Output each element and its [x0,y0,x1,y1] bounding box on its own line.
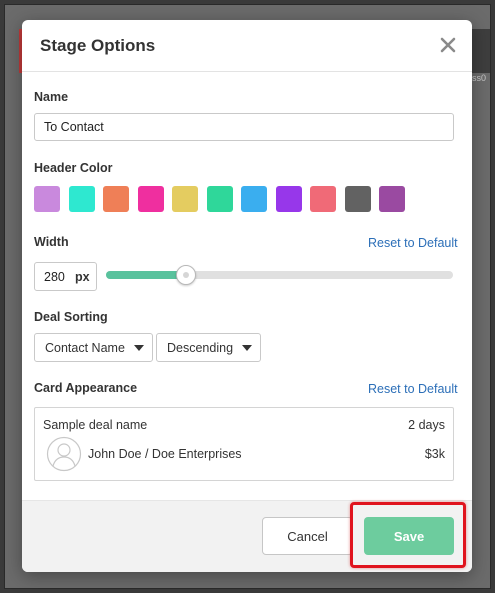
deal-sorting-label: Deal Sorting [34,310,108,324]
chevron-down-icon [242,345,252,351]
sort-order-value: Descending [167,340,234,355]
width-unit: px [75,269,90,284]
background-partial-text: ss0 [472,73,487,83]
sort-order-select[interactable]: Descending [156,333,261,362]
color-swatch-5[interactable] [172,186,198,212]
color-swatch-list [34,186,405,212]
width-value: 280 [44,269,65,284]
sample-deal-name: Sample deal name [43,418,148,432]
sort-field-select[interactable]: Contact Name [34,333,153,362]
cancel-button[interactable]: Cancel [262,517,353,555]
close-button[interactable] [436,33,460,57]
save-button[interactable]: Save [364,517,454,555]
color-swatch-11[interactable] [379,186,405,212]
modal-header: Stage Options [22,20,472,72]
sample-deal-card: Sample deal name 2 days John Doe / Doe E… [34,407,454,481]
width-slider-fill [106,271,186,279]
color-swatch-1[interactable] [34,186,60,212]
width-input[interactable]: 280 px [34,262,97,291]
stage-name-input[interactable] [34,113,454,141]
name-label: Name [34,90,69,104]
sort-field-value: Contact Name [45,340,125,355]
user-avatar-icon [46,436,82,472]
background-stage-header-right [470,29,490,73]
sample-amount: $3k [424,447,445,461]
color-swatch-8[interactable] [275,186,302,212]
width-slider-handle[interactable] [175,265,196,285]
color-swatch-10[interactable] [344,186,371,212]
color-swatch-9[interactable] [310,186,336,212]
color-swatch-6[interactable] [206,186,233,212]
sample-deal-age: 2 days [408,418,445,432]
width-label: Width [34,235,69,249]
sample-contact: John Doe / Doe Enterprises [88,447,242,461]
card-reset-link[interactable]: Reset to Default [368,382,458,396]
width-slider[interactable] [106,265,453,285]
width-reset-link[interactable]: Reset to Default [368,236,458,250]
header-color-label: Header Color [34,161,113,175]
chevron-down-icon [134,345,144,351]
card-appearance-label: Card Appearance [34,381,138,395]
color-swatch-7[interactable] [241,186,267,212]
modal-footer: Cancel Save [22,500,472,572]
modal-title: Stage Options [40,36,156,55]
color-swatch-2[interactable] [68,186,95,212]
close-icon [440,37,456,53]
color-swatch-4[interactable] [137,186,164,212]
stage-options-modal: Stage Options Name Header Color Width Re… [22,20,472,572]
color-swatch-3[interactable] [103,186,129,212]
